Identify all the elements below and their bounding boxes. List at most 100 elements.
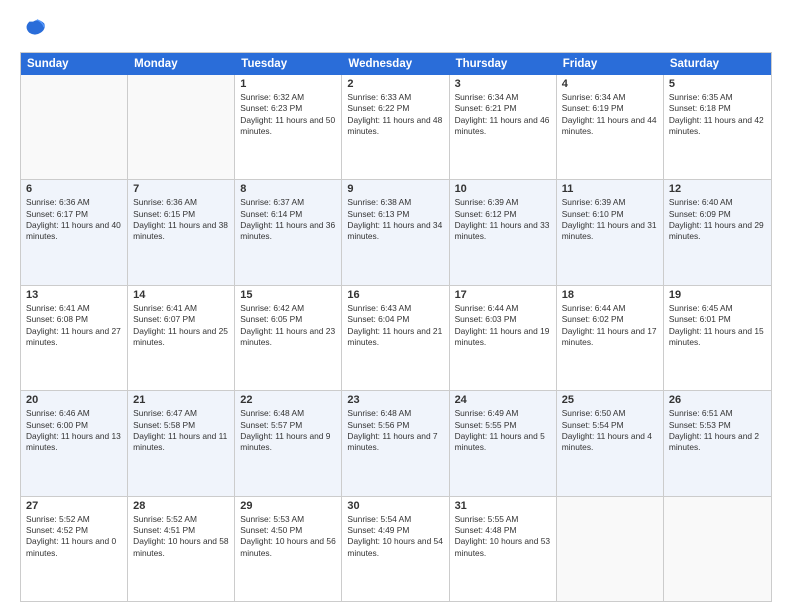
cell-info: Sunrise: 6:51 AM Sunset: 5:53 PM Dayligh… (669, 408, 766, 453)
header-day-tuesday: Tuesday (235, 53, 342, 75)
header-day-saturday: Saturday (664, 53, 771, 75)
cell-info: Sunrise: 6:47 AM Sunset: 5:58 PM Dayligh… (133, 408, 229, 453)
calendar-cell-7: 7 Sunrise: 6:36 AM Sunset: 6:15 PM Daylig… (128, 180, 235, 284)
day-number: 27 (26, 500, 122, 512)
cell-info: Sunrise: 5:53 AM Sunset: 4:50 PM Dayligh… (240, 514, 336, 559)
day-number: 21 (133, 394, 229, 406)
calendar-cell-15: 15Sunrise: 6:42 AM Sunset: 6:05 PM Dayli… (235, 286, 342, 390)
cell-info: Sunrise: 6:44 AM Sunset: 6:02 PM Dayligh… (562, 303, 658, 348)
cell-info: Sunrise: 5:55 AM Sunset: 4:48 PM Dayligh… (455, 514, 551, 559)
day-number: 29 (240, 500, 336, 512)
calendar-cell-3: 3 Sunrise: 6:34 AM Sunset: 6:21 PM Daylig… (450, 75, 557, 179)
cell-info: Sunrise: 6:44 AM Sunset: 6:03 PM Dayligh… (455, 303, 551, 348)
calendar-cell-empty-0-1 (128, 75, 235, 179)
cell-info: Sunrise: 6:33 AM Sunset: 6:22 PM Dayligh… (347, 92, 443, 137)
calendar-week-1: 1 Sunrise: 6:32 AM Sunset: 6:23 PM Daylig… (21, 75, 771, 180)
day-number: 28 (133, 500, 229, 512)
calendar: SundayMondayTuesdayWednesdayThursdayFrid… (20, 52, 772, 602)
calendar-cell-17: 17 Sunrise: 6:44 AM Sunset: 6:03 PM Dayli… (450, 286, 557, 390)
calendar-cell-19: 19 Sunrise: 6:45 AM Sunset: 6:01 PM Dayli… (664, 286, 771, 390)
day-number: 18 (562, 289, 658, 301)
calendar-cell-1: 1 Sunrise: 6:32 AM Sunset: 6:23 PM Daylig… (235, 75, 342, 179)
cell-info: Sunrise: 6:48 AM Sunset: 5:56 PM Dayligh… (347, 408, 443, 453)
header-day-wednesday: Wednesday (342, 53, 449, 75)
calendar-cell-empty-4-6 (664, 497, 771, 601)
cell-info: Sunrise: 6:41 AM Sunset: 6:08 PM Dayligh… (26, 303, 122, 348)
cell-info: Sunrise: 6:49 AM Sunset: 5:55 PM Dayligh… (455, 408, 551, 453)
calendar-cell-23: 23 Sunrise: 6:48 AM Sunset: 5:56 PM Dayli… (342, 391, 449, 495)
cell-info: Sunrise: 6:39 AM Sunset: 6:10 PM Dayligh… (562, 197, 658, 242)
calendar-cell-22: 22Sunrise: 6:48 AM Sunset: 5:57 PM Dayli… (235, 391, 342, 495)
cell-info: Sunrise: 6:46 AM Sunset: 6:00 PM Dayligh… (26, 408, 122, 453)
cell-info: Sunrise: 6:41 AM Sunset: 6:07 PM Dayligh… (133, 303, 229, 348)
calendar-cell-20: 20Sunrise: 6:46 AM Sunset: 6:00 PM Dayli… (21, 391, 128, 495)
calendar-cell-31: 31 Sunrise: 5:55 AM Sunset: 4:48 PM Dayli… (450, 497, 557, 601)
calendar-header: SundayMondayTuesdayWednesdayThursdayFrid… (21, 53, 771, 75)
calendar-week-4: 20Sunrise: 6:46 AM Sunset: 6:00 PM Dayli… (21, 391, 771, 496)
calendar-week-5: 27Sunrise: 5:52 AM Sunset: 4:52 PM Dayli… (21, 497, 771, 601)
day-number: 24 (455, 394, 551, 406)
header-day-friday: Friday (557, 53, 664, 75)
logo (20, 16, 52, 44)
day-number: 6 (26, 183, 122, 195)
calendar-cell-13: 13 Sunrise: 6:41 AM Sunset: 6:08 PM Dayli… (21, 286, 128, 390)
cell-info: Sunrise: 6:34 AM Sunset: 6:21 PM Dayligh… (455, 92, 551, 137)
cell-info: Sunrise: 6:37 AM Sunset: 6:14 PM Dayligh… (240, 197, 336, 242)
calendar-cell-16: 16 Sunrise: 6:43 AM Sunset: 6:04 PM Dayli… (342, 286, 449, 390)
cell-info: Sunrise: 6:42 AM Sunset: 6:05 PM Dayligh… (240, 303, 336, 348)
day-number: 8 (240, 183, 336, 195)
day-number: 25 (562, 394, 658, 406)
calendar-week-3: 13 Sunrise: 6:41 AM Sunset: 6:08 PM Dayli… (21, 286, 771, 391)
day-number: 3 (455, 78, 551, 90)
calendar-cell-29: 29 Sunrise: 5:53 AM Sunset: 4:50 PM Dayli… (235, 497, 342, 601)
calendar-cell-10: 10 Sunrise: 6:39 AM Sunset: 6:12 PM Dayli… (450, 180, 557, 284)
day-number: 10 (455, 183, 551, 195)
calendar-cell-8: 8 Sunrise: 6:37 AM Sunset: 6:14 PM Daylig… (235, 180, 342, 284)
cell-info: Sunrise: 6:39 AM Sunset: 6:12 PM Dayligh… (455, 197, 551, 242)
cell-info: Sunrise: 6:45 AM Sunset: 6:01 PM Dayligh… (669, 303, 766, 348)
header-day-sunday: Sunday (21, 53, 128, 75)
cell-info: Sunrise: 5:54 AM Sunset: 4:49 PM Dayligh… (347, 514, 443, 559)
calendar-cell-25: 25 Sunrise: 6:50 AM Sunset: 5:54 PM Dayli… (557, 391, 664, 495)
cell-info: Sunrise: 6:38 AM Sunset: 6:13 PM Dayligh… (347, 197, 443, 242)
calendar-cell-14: 14Sunrise: 6:41 AM Sunset: 6:07 PM Dayli… (128, 286, 235, 390)
cell-info: Sunrise: 6:35 AM Sunset: 6:18 PM Dayligh… (669, 92, 766, 137)
day-number: 31 (455, 500, 551, 512)
day-number: 19 (669, 289, 766, 301)
day-number: 30 (347, 500, 443, 512)
day-number: 16 (347, 289, 443, 301)
calendar-cell-12: 12Sunrise: 6:40 AM Sunset: 6:09 PM Dayli… (664, 180, 771, 284)
calendar-cell-24: 24 Sunrise: 6:49 AM Sunset: 5:55 PM Dayli… (450, 391, 557, 495)
day-number: 7 (133, 183, 229, 195)
day-number: 26 (669, 394, 766, 406)
cell-info: Sunrise: 6:34 AM Sunset: 6:19 PM Dayligh… (562, 92, 658, 137)
calendar-week-2: 6 Sunrise: 6:36 AM Sunset: 6:17 PM Daylig… (21, 180, 771, 285)
calendar-cell-2: 2 Sunrise: 6:33 AM Sunset: 6:22 PM Daylig… (342, 75, 449, 179)
day-number: 23 (347, 394, 443, 406)
calendar-cell-9: 9Sunrise: 6:38 AM Sunset: 6:13 PM Daylig… (342, 180, 449, 284)
header-day-thursday: Thursday (450, 53, 557, 75)
calendar-cell-26: 26 Sunrise: 6:51 AM Sunset: 5:53 PM Dayli… (664, 391, 771, 495)
day-number: 11 (562, 183, 658, 195)
calendar-cell-5: 5 Sunrise: 6:35 AM Sunset: 6:18 PM Daylig… (664, 75, 771, 179)
day-number: 1 (240, 78, 336, 90)
day-number: 17 (455, 289, 551, 301)
day-number: 22 (240, 394, 336, 406)
calendar-cell-27: 27Sunrise: 5:52 AM Sunset: 4:52 PM Dayli… (21, 497, 128, 601)
day-number: 13 (26, 289, 122, 301)
calendar-cell-11: 11 Sunrise: 6:39 AM Sunset: 6:10 PM Dayli… (557, 180, 664, 284)
header-day-monday: Monday (128, 53, 235, 75)
calendar-body: 1 Sunrise: 6:32 AM Sunset: 6:23 PM Daylig… (21, 75, 771, 601)
cell-info: Sunrise: 6:50 AM Sunset: 5:54 PM Dayligh… (562, 408, 658, 453)
day-number: 5 (669, 78, 766, 90)
calendar-cell-6: 6 Sunrise: 6:36 AM Sunset: 6:17 PM Daylig… (21, 180, 128, 284)
cell-info: Sunrise: 6:36 AM Sunset: 6:17 PM Dayligh… (26, 197, 122, 242)
page: SundayMondayTuesdayWednesdayThursdayFrid… (0, 0, 792, 612)
cell-info: Sunrise: 6:43 AM Sunset: 6:04 PM Dayligh… (347, 303, 443, 348)
cell-info: Sunrise: 5:52 AM Sunset: 4:51 PM Dayligh… (133, 514, 229, 559)
cell-info: Sunrise: 6:36 AM Sunset: 6:15 PM Dayligh… (133, 197, 229, 242)
calendar-cell-empty-4-5 (557, 497, 664, 601)
day-number: 2 (347, 78, 443, 90)
cell-info: Sunrise: 6:32 AM Sunset: 6:23 PM Dayligh… (240, 92, 336, 137)
calendar-cell-4: 4Sunrise: 6:34 AM Sunset: 6:19 PM Daylig… (557, 75, 664, 179)
